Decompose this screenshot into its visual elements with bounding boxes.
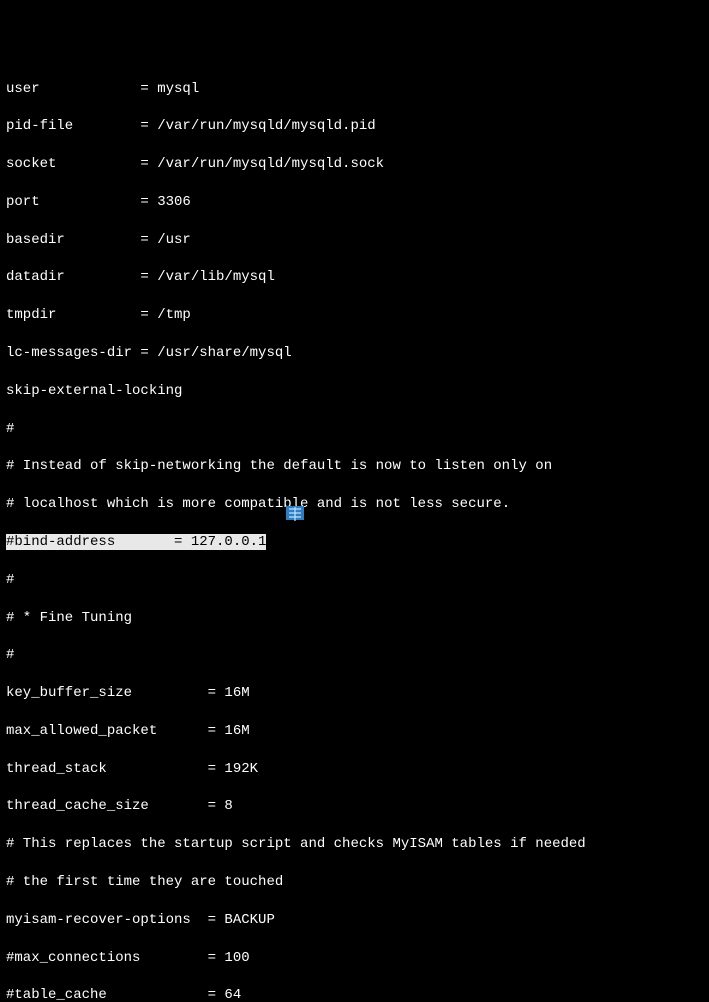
comment-localhost-a: # localhost which is more compati	[6, 496, 283, 512]
comment-localhost-line: # localhost which is more compatible and…	[6, 495, 703, 514]
config-line-socket: socket = /var/run/mysqld/mysqld.sock	[6, 155, 703, 174]
config-line-port: port = 3306	[6, 193, 703, 212]
config-line-datadir: datadir = /var/lib/mysql	[6, 268, 703, 287]
config-line-max-allowed-packet: max_allowed_packet = 16M	[6, 722, 703, 741]
comment-instead-of: # Instead of skip-networking the default…	[6, 457, 703, 476]
config-line-bind-address: #bind-address = 127.0.0.1	[6, 533, 703, 552]
comment-localhost-b: b	[283, 496, 291, 512]
config-line-lc-messages-dir: lc-messages-dir = /usr/share/mysql	[6, 344, 703, 363]
comment-hash-1: #	[6, 420, 703, 439]
highlighted-bind-address: #bind-address = 127.0.0.1	[6, 534, 266, 550]
config-line-max-connections: #max_connections = 100	[6, 949, 703, 968]
comment-hash-3: #	[6, 646, 703, 665]
config-line-tmpdir: tmpdir = /tmp	[6, 306, 703, 325]
config-line-skip-external-locking: skip-external-locking	[6, 382, 703, 401]
comment-fine-tuning: # * Fine Tuning	[6, 609, 703, 628]
config-line-basedir: basedir = /usr	[6, 231, 703, 250]
config-line-table-cache: #table_cache = 64	[6, 986, 703, 1002]
comment-hash-2: #	[6, 571, 703, 590]
config-line-user: user = mysql	[6, 80, 703, 99]
config-line-key-buffer-size: key_buffer_size = 16M	[6, 684, 703, 703]
config-line-thread-stack: thread_stack = 192K	[6, 760, 703, 779]
comment-this-replaces: # This replaces the startup script and c…	[6, 835, 703, 854]
config-line-myisam-recover: myisam-recover-options = BACKUP	[6, 911, 703, 930]
comment-first-time: # the first time they are touched	[6, 873, 703, 892]
config-line-thread-cache-size: thread_cache_size = 8	[6, 797, 703, 816]
config-line-pid-file: pid-file = /var/run/mysqld/mysqld.pid	[6, 117, 703, 136]
comment-localhost-c: le and is not less secure.	[292, 496, 510, 512]
